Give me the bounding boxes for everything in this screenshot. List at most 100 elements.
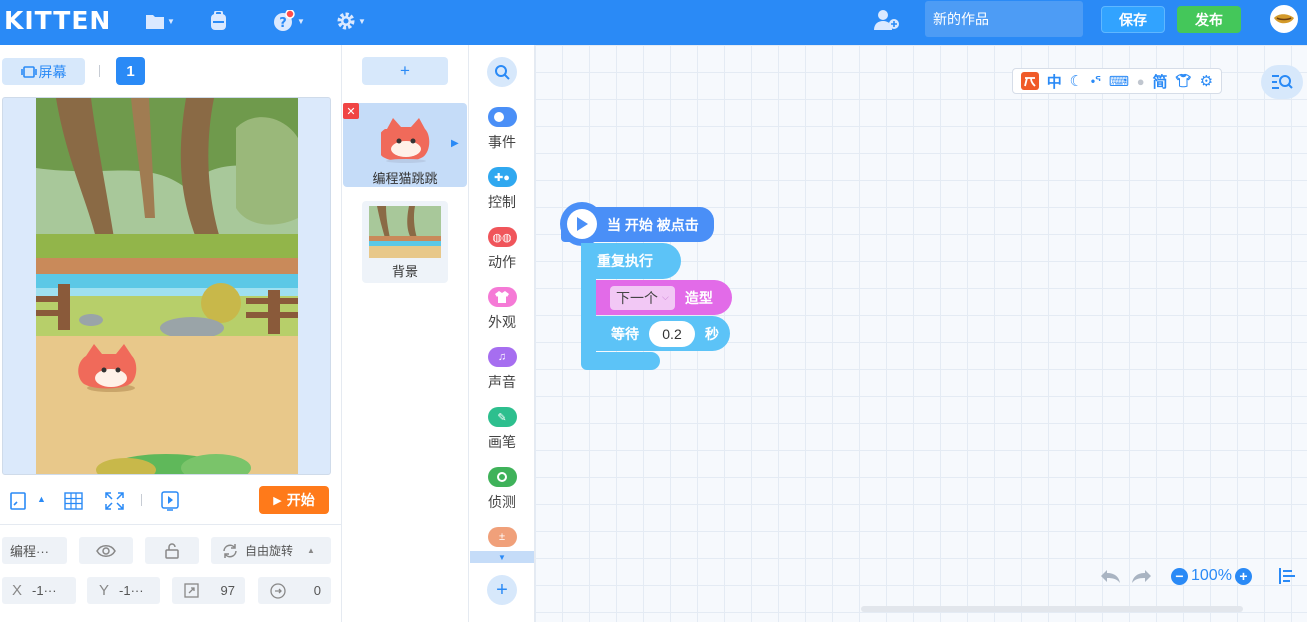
voice-icon[interactable]: •ᕐ	[1091, 74, 1101, 88]
language-toggle[interactable]: 中	[1047, 71, 1062, 92]
category-motion[interactable]: ◍◍ 动作	[469, 227, 535, 272]
costume-dropdown[interactable]: 下一个 ⌵	[610, 285, 675, 310]
background-item[interactable]: 背景	[362, 201, 448, 283]
wait-seconds-block[interactable]: 等待 0.2 秒	[596, 316, 730, 351]
brand-icon[interactable]	[1020, 72, 1039, 90]
direction-value: 0	[313, 583, 321, 598]
settings-menu[interactable]: ▼	[336, 8, 366, 34]
y-label: Y	[99, 582, 110, 599]
project-title-input[interactable]	[925, 1, 1083, 37]
unlock-icon	[165, 542, 179, 559]
fullscreen-icon[interactable]	[105, 492, 124, 510]
folder-icon	[146, 14, 164, 29]
x-position-field[interactable]: X -1···	[2, 577, 76, 604]
category-events[interactable]: 事件	[469, 107, 535, 152]
direction-icon	[270, 582, 286, 599]
undo-icon[interactable]	[1099, 568, 1121, 584]
close-icon[interactable]: ✕	[343, 103, 359, 119]
simplified-toggle[interactable]: 简	[1152, 71, 1167, 92]
sprite-name-value: 编程···	[10, 544, 49, 559]
chevron-up-icon[interactable]: ▲	[37, 494, 46, 504]
block-label: 等待	[611, 325, 639, 342]
y-position-field[interactable]: Y -1···	[87, 577, 160, 604]
stage-canvas[interactable]	[2, 97, 331, 475]
dropdown-value: 下一个	[616, 289, 658, 306]
y-value: -1···	[119, 583, 144, 598]
align-blocks-icon[interactable]	[1278, 568, 1296, 584]
user-icon[interactable]: ●	[1137, 74, 1145, 89]
add-user-icon[interactable]	[873, 9, 901, 31]
stage-toolbar: ▲	[10, 489, 250, 513]
background-thumbnail	[369, 206, 441, 258]
page-number[interactable]: 1	[116, 57, 145, 85]
chevron-down-icon: ▼	[297, 16, 305, 26]
category-looks[interactable]: 外观	[469, 287, 535, 332]
publish-button[interactable]: 发布	[1177, 6, 1241, 33]
category-control[interactable]: ✚● 控制	[469, 167, 535, 212]
workspace-toolbar: 中 ☾ •ᕐ ⌨ ● 简 👕︎ ⚙	[1012, 68, 1222, 94]
app-logo: KITTEN	[4, 6, 112, 35]
visibility-toggle[interactable]	[79, 537, 133, 564]
moon-icon[interactable]: ☾	[1070, 72, 1083, 90]
divider	[0, 524, 342, 525]
sprite-item[interactable]: ✕ ▶ 编程猫跳跳	[343, 103, 467, 187]
keyboard-icon[interactable]: ⌨	[1109, 73, 1129, 90]
wait-seconds-input[interactable]: 0.2	[649, 320, 695, 347]
direction-field[interactable]: 0	[258, 577, 331, 604]
background-label: 背景	[391, 264, 418, 279]
start-button[interactable]: ▶ 开始	[259, 486, 329, 514]
help-menu[interactable]: ? ▼	[273, 8, 305, 34]
lock-toggle[interactable]	[145, 537, 199, 564]
avatar[interactable]	[1270, 5, 1298, 33]
screen-label: 屏幕	[38, 63, 67, 80]
rotation-mode-select[interactable]: 自由旋转 ▲	[211, 537, 331, 564]
code-workspace[interactable]: 中 ☾ •ᕐ ⌨ ● 简 👕︎ ⚙ 当 开始 被点击 重复执行 下一个 ⌵ 造型…	[535, 45, 1307, 622]
backpack-button[interactable]	[208, 8, 229, 34]
when-start-clicked-block[interactable]: 当 开始 被点击	[560, 202, 714, 246]
block-label: 秒	[705, 325, 719, 342]
repeat-forever-block[interactable]: 重复执行	[581, 243, 681, 279]
sprite-name-field[interactable]: 编程···	[2, 537, 67, 564]
add-extension-button[interactable]: +	[487, 575, 517, 605]
save-button[interactable]: 保存	[1101, 6, 1165, 33]
sensing-icon	[487, 467, 517, 487]
workspace-search-button[interactable]	[1261, 65, 1303, 99]
add-sprite-button[interactable]: +	[362, 57, 448, 85]
grid-icon[interactable]	[64, 492, 83, 510]
gamepad-icon: ✚●	[487, 167, 517, 187]
screen-button[interactable]: 屏幕	[2, 58, 85, 85]
file-menu[interactable]: ▼	[145, 8, 175, 34]
size-field[interactable]: 97	[172, 577, 245, 604]
x-value: -1···	[32, 583, 57, 598]
chevron-right-icon[interactable]: ▶	[451, 138, 459, 149]
help-icon: ?	[274, 10, 295, 31]
backpack-icon	[211, 11, 226, 30]
category-operators[interactable]: ±	[469, 527, 535, 547]
block-search-button[interactable]	[487, 57, 517, 87]
switch-costume-block[interactable]: 下一个 ⌵ 造型	[596, 280, 732, 315]
shirt-icon[interactable]: 👕︎	[1175, 73, 1192, 89]
block-label: 重复执行	[597, 253, 653, 269]
category-pen[interactable]: ✎ 画笔	[469, 407, 535, 452]
category-label: 声音	[488, 374, 516, 390]
sprite-panel: + ✕ ▶ 编程猫跳跳 背景	[342, 45, 469, 622]
block-label: 当 开始 被点击	[607, 216, 699, 233]
redo-icon[interactable]	[1131, 568, 1153, 584]
horizontal-scrollbar[interactable]	[861, 606, 1243, 612]
rotation-mode-value: 自由旋转	[245, 544, 294, 558]
zoom-in-button[interactable]: +	[1234, 567, 1252, 585]
zoom-out-button[interactable]: −	[1171, 567, 1188, 585]
svg-text:?: ?	[279, 16, 287, 31]
category-label: 侦测	[488, 494, 516, 510]
block-category-panel: 事件 ✚● 控制 ◍◍ 动作 外观 ♫ 声音 ✎ 画笔 侦测 ± ▼ +	[469, 45, 535, 622]
workspace-controls: − 100% +	[1099, 565, 1296, 587]
gear-icon[interactable]: ⚙	[1200, 72, 1213, 90]
category-sound[interactable]: ♫ 声音	[469, 347, 535, 392]
shirt-icon	[487, 287, 517, 307]
category-label: 动作	[488, 254, 516, 270]
category-sensing[interactable]: 侦测	[469, 467, 535, 512]
present-mode-icon[interactable]	[161, 491, 179, 511]
divider	[141, 494, 142, 506]
category-scroll-down[interactable]: ▼	[470, 551, 534, 563]
stage-size-icon[interactable]	[10, 492, 26, 510]
